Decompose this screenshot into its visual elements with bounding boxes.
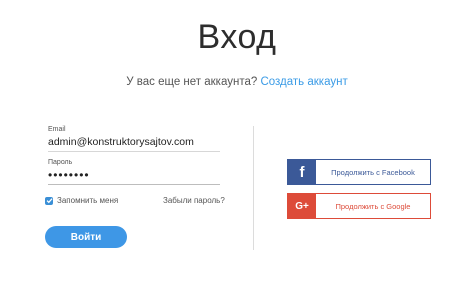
- google-login-button[interactable]: G+ Продолжить с Google: [287, 193, 431, 219]
- page-title: Вход: [197, 18, 277, 56]
- google-plus-icon: G+: [288, 194, 316, 218]
- checkbox-checked-icon[interactable]: [45, 196, 53, 205]
- email-label: Email: [48, 126, 66, 133]
- forgot-password-link[interactable]: Забыли пароль?: [163, 196, 225, 205]
- email-underline: [48, 151, 220, 152]
- signup-prompt: У вас еще нет аккаунта? Создать аккаунт: [0, 76, 474, 88]
- facebook-icon: f: [288, 160, 316, 184]
- remember-me-toggle[interactable]: Запомнить меня: [45, 196, 118, 205]
- remember-me-label: Запомнить меня: [57, 196, 119, 205]
- google-login-label: Продолжить с Google: [335, 201, 411, 211]
- password-field[interactable]: ••••••••: [48, 168, 220, 182]
- facebook-login-label: Продолжить с Facebook: [331, 167, 415, 177]
- password-underline: [48, 184, 220, 185]
- password-label: Пароль: [48, 159, 73, 166]
- no-account-text: У вас еще нет аккаунта?: [126, 76, 258, 88]
- login-button[interactable]: Войти: [45, 226, 127, 248]
- email-field[interactable]: [48, 136, 220, 148]
- facebook-login-button[interactable]: f Продолжить с Facebook: [287, 159, 431, 185]
- vertical-divider: [253, 126, 254, 250]
- create-account-link[interactable]: Создать аккаунт: [260, 76, 347, 88]
